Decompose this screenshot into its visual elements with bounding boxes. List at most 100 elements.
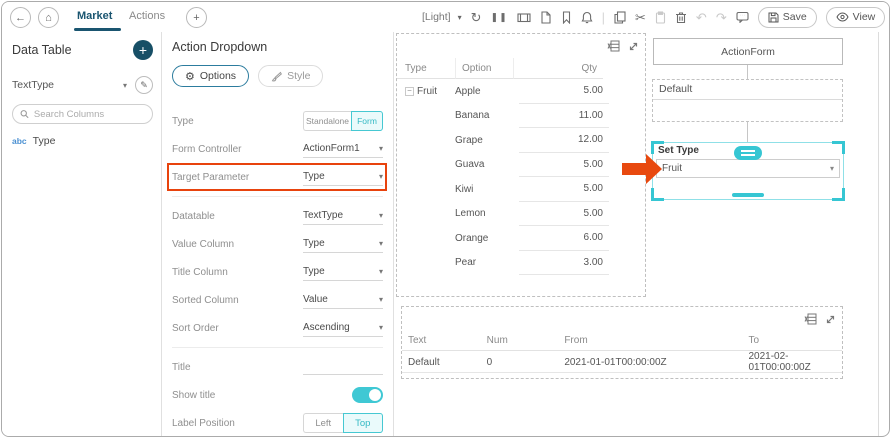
back-button[interactable]: ← bbox=[10, 7, 31, 28]
sorted-column-dropdown[interactable]: Value ▾ bbox=[303, 291, 383, 309]
col-header-from[interactable]: From bbox=[558, 335, 742, 346]
chevron-down-icon: ▾ bbox=[379, 295, 383, 304]
table-row[interactable]: Guava 5.00 bbox=[397, 153, 645, 178]
field-value-column: Value Column Type ▾ bbox=[172, 230, 383, 258]
add-data-table-button[interactable]: + bbox=[133, 40, 153, 60]
col-header-text[interactable]: Text bbox=[402, 335, 481, 346]
col-header-option[interactable]: Option bbox=[455, 58, 513, 79]
edit-table-button[interactable]: ✎ bbox=[135, 76, 153, 94]
table-row[interactable]: Pear 3.00 bbox=[397, 251, 645, 276]
theme-selector[interactable]: [Light] bbox=[422, 11, 451, 23]
col-header-qty[interactable]: Qty bbox=[513, 58, 603, 79]
type-form-button[interactable]: Form bbox=[351, 111, 383, 131]
export-excel-icon[interactable] bbox=[607, 39, 620, 57]
inspector-title: Action Dropdown bbox=[172, 40, 383, 54]
tab-market[interactable]: Market bbox=[77, 10, 112, 22]
delete-trash-icon[interactable] bbox=[675, 11, 687, 24]
column-item-type[interactable]: abc Type bbox=[12, 135, 153, 147]
field-title: Title bbox=[172, 353, 383, 381]
view-eye-icon bbox=[836, 12, 849, 22]
plus-icon: + bbox=[139, 42, 147, 58]
tab-actions[interactable]: Actions bbox=[129, 10, 165, 22]
table-caret-icon[interactable]: ▾ bbox=[123, 81, 127, 90]
comment-icon[interactable] bbox=[736, 11, 749, 23]
fruit-table-panel: Type Option Qty −Fruit Apple 5.00 Banana… bbox=[396, 33, 646, 297]
pause-icon[interactable]: ❚❚ bbox=[491, 13, 508, 22]
type-standalone-button[interactable]: Standalone bbox=[303, 111, 351, 131]
target-parameter-value: Type bbox=[303, 171, 379, 182]
datatable-dropdown[interactable]: TextType ▾ bbox=[303, 207, 383, 225]
data-table-sidebar: Data Table + TextType ▾ ✎ abc Type bbox=[2, 32, 162, 436]
cut-icon[interactable]: ✂ bbox=[635, 11, 646, 24]
table-row[interactable]: Banana 11.00 bbox=[397, 104, 645, 129]
title-column-value: Type bbox=[303, 266, 379, 277]
col-header-num[interactable]: Num bbox=[481, 335, 559, 346]
add-tab-button[interactable]: + bbox=[186, 7, 207, 28]
action-form-header[interactable]: ActionForm bbox=[653, 38, 843, 65]
resize-handle[interactable] bbox=[732, 193, 764, 197]
refresh-icon[interactable]: ↻ bbox=[471, 11, 482, 24]
toolbar-right: [Light] ▾ ↻ ❚❚ | bbox=[422, 5, 885, 29]
plus-icon: + bbox=[193, 12, 199, 24]
save-button[interactable]: Save bbox=[758, 7, 817, 28]
label-position-top-button[interactable]: Top bbox=[343, 413, 384, 433]
cell-option: Kiwi bbox=[455, 184, 519, 195]
table-row[interactable]: −Fruit Apple 5.00 bbox=[397, 79, 645, 104]
table-row[interactable]: Lemon 5.00 bbox=[397, 202, 645, 227]
export-pdf-icon[interactable] bbox=[540, 11, 552, 24]
set-type-widget[interactable]: Set Type Fruit ▾ bbox=[652, 142, 844, 200]
table-row[interactable]: Grape 12.00 bbox=[397, 128, 645, 153]
cell-option: Orange bbox=[455, 233, 519, 244]
maximize-icon[interactable] bbox=[825, 312, 836, 330]
field-label-position: Label Position Left Top bbox=[172, 409, 383, 436]
value-column-dropdown[interactable]: Type ▾ bbox=[303, 235, 383, 253]
field-sort-order: Sort Order Ascending ▾ bbox=[172, 314, 383, 342]
bottom-table-header: Text Num From To bbox=[402, 331, 842, 351]
copy-icon[interactable] bbox=[614, 11, 626, 24]
notifications-bell-icon[interactable] bbox=[581, 11, 593, 24]
table-row[interactable]: Orange 6.00 bbox=[397, 226, 645, 251]
search-columns-box[interactable] bbox=[12, 104, 153, 124]
cell-qty: 11.00 bbox=[519, 104, 609, 129]
cell-qty: 3.00 bbox=[519, 251, 609, 276]
chevron-down-icon: ▾ bbox=[379, 211, 383, 220]
tab-style[interactable]: Style bbox=[258, 65, 323, 87]
maximize-icon[interactable] bbox=[628, 39, 639, 57]
toolbar: ← ⌂ Market Actions + [Light] ▾ ↻ ❚❚ bbox=[2, 2, 889, 32]
title-input[interactable] bbox=[303, 359, 383, 375]
label-position-left-button[interactable]: Left bbox=[303, 413, 343, 433]
show-title-toggle[interactable] bbox=[352, 387, 383, 403]
collapse-group-icon[interactable]: − bbox=[405, 87, 414, 96]
search-columns-input[interactable] bbox=[34, 109, 145, 120]
target-parameter-dropdown[interactable]: Type ▾ bbox=[303, 168, 383, 186]
tab-options-label: Options bbox=[200, 70, 236, 82]
selection-bracket bbox=[832, 141, 845, 154]
col-header-type[interactable]: Type bbox=[397, 58, 455, 79]
default-state-box[interactable]: Default bbox=[652, 79, 843, 122]
save-floppy-icon bbox=[768, 12, 779, 23]
cell-qty: 5.00 bbox=[519, 202, 609, 227]
snapshot-icon[interactable] bbox=[517, 11, 531, 24]
field-sorted-column: Sorted Column Value ▾ bbox=[172, 286, 383, 314]
table-row[interactable]: Default 0 2021-01-01T00:00:00Z 2021-02-0… bbox=[402, 352, 842, 373]
title-column-dropdown[interactable]: Type ▾ bbox=[303, 263, 383, 281]
table-row[interactable]: Kiwi 5.00 bbox=[397, 177, 645, 202]
column-name: Type bbox=[33, 135, 56, 147]
set-type-dropdown[interactable]: Fruit ▾ bbox=[656, 159, 840, 178]
home-button[interactable]: ⌂ bbox=[38, 7, 59, 28]
sort-order-dropdown[interactable]: Ascending ▾ bbox=[303, 319, 383, 337]
sorted-column-value: Value bbox=[303, 294, 379, 305]
cell-num: 0 bbox=[481, 357, 559, 368]
field-form-controller: Form Controller ActionForm1 ▾ bbox=[172, 135, 383, 163]
export-excel-icon[interactable] bbox=[804, 312, 817, 330]
col-header-to[interactable]: To bbox=[742, 335, 842, 346]
data-table-select[interactable]: TextType bbox=[12, 79, 123, 91]
bookmark-icon[interactable] bbox=[561, 11, 572, 24]
drag-handle-icon[interactable] bbox=[734, 146, 762, 160]
chevron-down-icon: ▾ bbox=[379, 144, 383, 153]
tab-options[interactable]: ⚙ Options bbox=[172, 65, 249, 87]
theme-caret-icon[interactable]: ▾ bbox=[458, 13, 462, 22]
form-controller-dropdown[interactable]: ActionForm1 ▾ bbox=[303, 140, 383, 158]
view-button[interactable]: View bbox=[826, 7, 886, 28]
selection-bracket bbox=[651, 188, 664, 201]
